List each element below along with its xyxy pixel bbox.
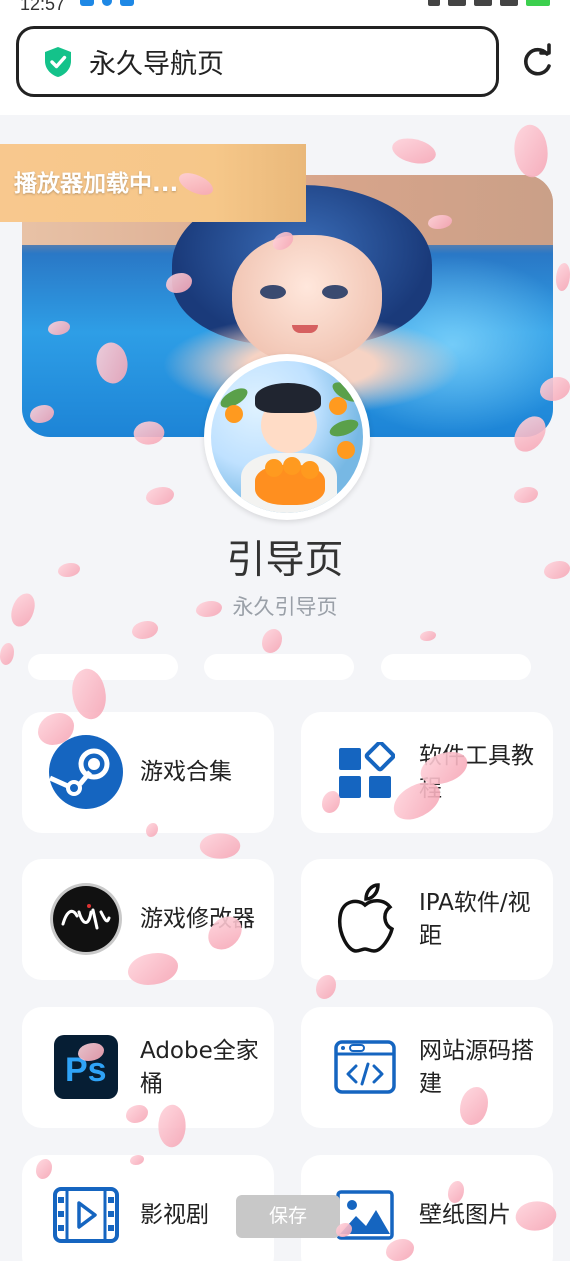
card-label: IPA软件/视距	[419, 889, 531, 949]
reload-icon[interactable]	[517, 42, 557, 82]
placeholder-pill[interactable]	[381, 654, 531, 680]
card-website-source[interactable]: 网站源码搭建	[301, 1007, 553, 1128]
notification-icon	[80, 0, 94, 6]
battery-icon	[526, 0, 550, 6]
card-label: 网站源码搭建	[419, 1037, 534, 1097]
card-label: 软件工具教程	[419, 742, 534, 802]
notification-icon	[120, 0, 134, 6]
petal-decoration	[146, 487, 174, 505]
address-bar[interactable]: 永久导航页	[16, 26, 499, 97]
security-shield-icon	[45, 46, 71, 77]
card-game-collection[interactable]: 游戏合集	[22, 712, 274, 833]
notification-icon	[102, 0, 112, 6]
status-time: 12:57	[20, 0, 66, 14]
petal-decoration	[198, 829, 242, 863]
svg-text:Ps: Ps	[65, 1051, 107, 1089]
browser-top-bar: 永久导航页	[0, 18, 570, 115]
steam-icon	[48, 734, 124, 810]
card-label: 游戏合集	[140, 759, 232, 785]
avatar	[204, 354, 370, 520]
video-icon	[48, 1177, 124, 1253]
mute-icon	[428, 0, 440, 6]
address-text: 永久导航页	[89, 49, 224, 80]
status-bar: 12:57	[0, 0, 570, 18]
card-game-trainer[interactable]: 游戏修改器	[22, 859, 274, 980]
signal-icon	[474, 0, 492, 6]
card-ipa-software[interactable]: IPA软件/视距	[301, 859, 553, 980]
card-adobe[interactable]: Ps Adobe全家桶	[22, 1007, 274, 1128]
petal-decoration	[389, 132, 439, 170]
player-loading-label: 播放器加载中...	[0, 144, 306, 222]
petal-decoration	[507, 121, 555, 181]
petal-decoration	[556, 263, 570, 291]
apps-grid-icon	[327, 734, 403, 810]
signal-icon	[448, 0, 466, 6]
petal-decoration	[132, 621, 158, 639]
photoshop-icon: Ps	[48, 1029, 124, 1105]
system-icons	[428, 0, 550, 6]
petal-decoration	[514, 487, 538, 503]
card-label: 游戏修改器	[140, 906, 255, 932]
card-label: Adobe全家桶	[140, 1037, 259, 1097]
wifi-icon	[500, 0, 518, 6]
apple-icon	[327, 881, 403, 957]
petal-decoration	[420, 631, 436, 641]
card-label: 壁纸图片	[419, 1202, 511, 1228]
placeholder-pill[interactable]	[28, 654, 178, 680]
notification-icons	[80, 0, 134, 6]
petal-decoration	[0, 643, 14, 665]
placeholder-pill[interactable]	[204, 654, 354, 680]
code-browser-icon	[327, 1029, 403, 1105]
page-subtitle: 永久引导页	[232, 595, 338, 619]
save-button[interactable]: 保存	[236, 1195, 340, 1238]
page-title: 引导页	[226, 538, 344, 583]
page-content: 播放器加载中... 引导页 永久引导页 游戏合集 软件工具教程 游戏修改器 IP…	[0, 115, 570, 1261]
petal-decoration	[262, 629, 282, 653]
card-software-tools[interactable]: 软件工具教程	[301, 712, 553, 833]
fengying-logo-icon	[48, 881, 124, 957]
